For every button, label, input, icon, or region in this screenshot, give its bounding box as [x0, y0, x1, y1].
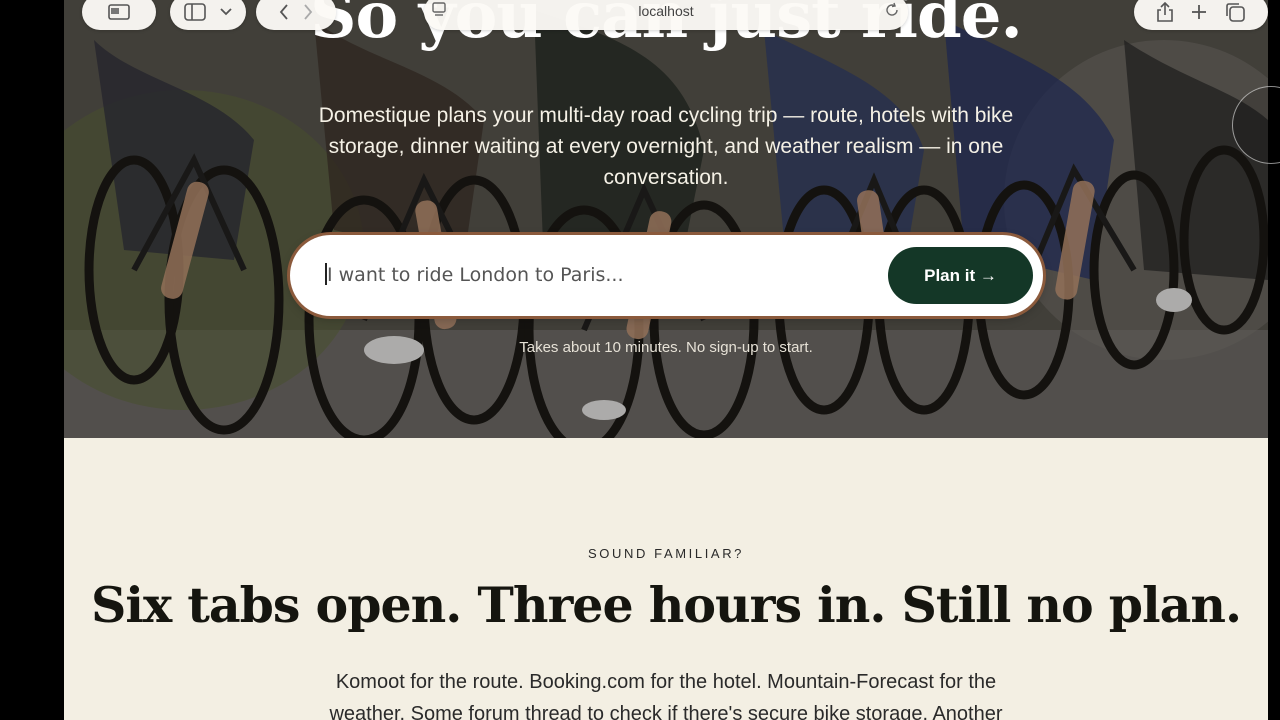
chevron-down-icon [220, 8, 232, 16]
reload-icon [886, 2, 898, 16]
sidebar-controls [170, 0, 246, 30]
plan-it-button[interactable]: Plan it → [888, 247, 1033, 304]
forward-button[interactable] [303, 4, 313, 20]
new-tab-button[interactable] [1191, 4, 1207, 20]
reload-button[interactable] [884, 2, 900, 23]
back-button[interactable] [279, 4, 289, 20]
tabs-icon [1226, 3, 1245, 22]
plan-trip-form: Plan it → [290, 235, 1043, 316]
share-icon [1157, 2, 1173, 22]
address-bar[interactable]: localhost [424, 0, 908, 30]
section-body: Komoot for the route. Booking.com for th… [329, 671, 1003, 720]
sidebar-menu-button[interactable] [220, 8, 232, 16]
tab-overview-button-right[interactable] [1225, 2, 1245, 22]
back-arrow-icon [279, 4, 288, 20]
hero-note: Takes about 10 minutes. No sign-up to st… [519, 339, 813, 356]
section-eyebrow: SOUND FAMILIAR? [587, 546, 745, 561]
hero-overlay [64, 0, 1268, 438]
problem-section: SOUND FAMILIAR? Six tabs open. Three hou… [64, 438, 1268, 720]
plus-icon [1192, 5, 1206, 19]
browser-window: So you can just ride. Domestique plans y… [64, 0, 1268, 720]
sidebar-toggle-icon [184, 3, 206, 21]
share-button[interactable] [1157, 2, 1173, 22]
window-actions [1134, 0, 1268, 30]
hero-section: So you can just ride. Domestique plans y… [64, 0, 1268, 438]
tab-overview-button[interactable] [82, 0, 156, 30]
browser-toolbar: localhost [64, 0, 1268, 38]
sidebar-toggle-button[interactable] [184, 3, 206, 21]
trip-prompt-input[interactable] [327, 255, 867, 295]
section-headline: Six tabs open. Three hours in. Still no … [90, 576, 1242, 634]
tab-overview-icon [108, 4, 130, 20]
url-text: localhost [638, 3, 694, 19]
history-controls [256, 0, 336, 30]
hero-subtitle: Domestique plans your multi-day road cyc… [318, 104, 1014, 189]
forward-arrow-icon [304, 4, 313, 20]
